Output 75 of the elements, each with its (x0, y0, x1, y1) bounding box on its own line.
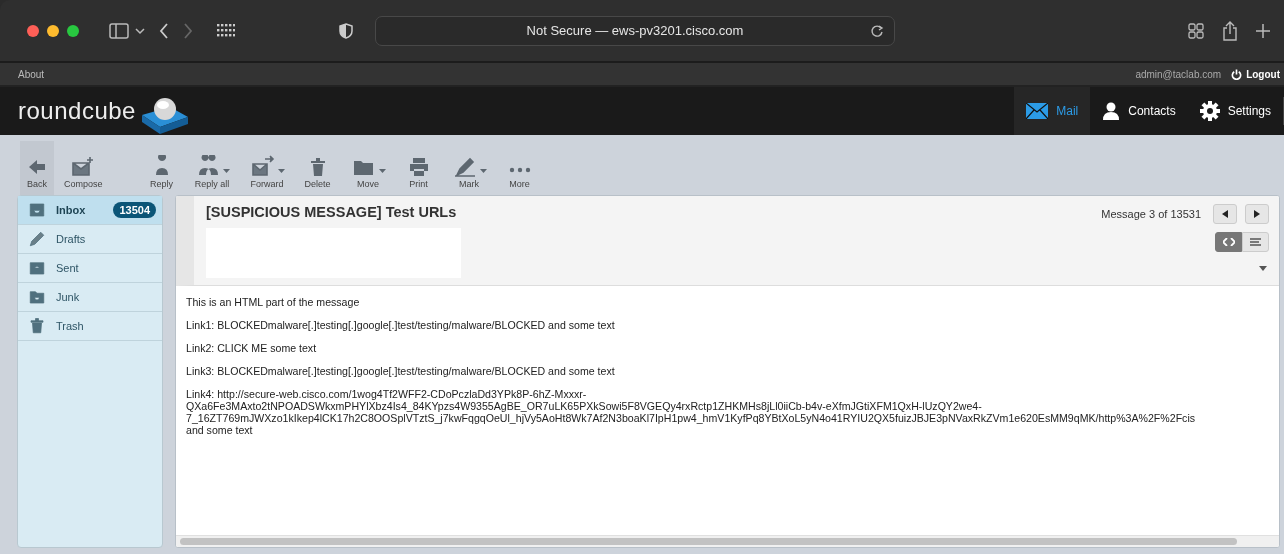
folder-item[interactable]: Junk (18, 283, 162, 312)
chevron-down-icon[interactable] (135, 26, 145, 35)
message-text: Link4: http://secure-web.cisco.com/1wog4Tf2WFF2-CDoPczlaDd3YPk8P-6hZ-Mxxxr- (186, 388, 587, 400)
back-icon[interactable] (159, 22, 169, 39)
caret-icon (378, 169, 386, 173)
scrollbar-thumb[interactable] (180, 538, 1237, 545)
folder-name: Inbox (56, 204, 86, 216)
next-button[interactable] (1245, 204, 1269, 224)
nav-tab[interactable]: Settings (1187, 87, 1283, 135)
caret-icon (277, 169, 285, 173)
forward-icon (249, 155, 276, 177)
toolbar-button[interactable]: Compose (54, 155, 113, 189)
reload-icon[interactable] (870, 23, 884, 38)
share-icon[interactable] (1222, 20, 1238, 41)
plain-text-button[interactable] (1242, 232, 1269, 252)
toolbar-button[interactable]: Mark (441, 155, 497, 189)
folder-icon (28, 288, 46, 306)
html-view-button[interactable] (1215, 232, 1242, 252)
message-text: 7_16ZT769mJWXzo1kIkep4lCK17h2C8OOSplVTztS_j7kwFqgqOeUl_hjVy5AoHt8Wk7Af2N3boaKl7IpH1pw4_hmV1KyfPq8YBtXoL5yN4o41RYIU2QX5fuizJBJE3pNVaxRkZVm1e620EsMM9qMK/http%3A%2F%2Fcis (186, 412, 1196, 424)
nav-tab[interactable]: Contacts (1090, 87, 1188, 135)
folder-name: Junk (56, 291, 80, 303)
nav-tab[interactable]: Mail (1014, 87, 1091, 135)
toolbar-button[interactable]: Delete (294, 155, 341, 189)
previous-button[interactable] (1213, 204, 1237, 224)
unread-count: 13504 (113, 202, 156, 218)
folder-name: Drafts (56, 233, 86, 245)
power-icon (1231, 68, 1243, 80)
folder-item[interactable]: Sent (18, 254, 162, 283)
minimize-window-icon[interactable] (47, 24, 59, 37)
sidebar-icon[interactable] (109, 22, 129, 39)
message-text: Link1: BLOCKEDmalware[.]testing[.]google[.]test/testing/malware/BLOCKED and some text (186, 319, 615, 331)
toolbar-button[interactable]: More (496, 159, 543, 189)
trash-icon (28, 317, 46, 335)
more-icon (508, 167, 531, 173)
envelope-icon (1026, 103, 1049, 119)
next-icon (1254, 210, 1260, 218)
tabs-overview-icon[interactable] (1188, 22, 1204, 39)
close-window-icon[interactable] (27, 24, 39, 37)
toolbar-button[interactable]: Reply all (184, 155, 240, 189)
gear-icon (1199, 101, 1220, 121)
logo[interactable]: roundcube (18, 97, 136, 125)
toolbar-button[interactable]: Back (20, 141, 54, 195)
inbox-icon (28, 201, 46, 219)
logout-button[interactable]: Logout (1231, 68, 1280, 80)
shield-icon[interactable] (339, 22, 353, 39)
caret-icon (222, 169, 230, 173)
expand-icon[interactable] (1259, 266, 1267, 271)
folder-name: Trash (56, 320, 84, 332)
folder-item[interactable]: Drafts (18, 225, 162, 254)
person-icon (1102, 102, 1121, 120)
folder-item[interactable]: Trash (18, 312, 162, 341)
folder-item[interactable]: Inbox 13504 (18, 196, 162, 225)
grid-icon[interactable] (217, 23, 235, 38)
message-subject: [SUSPICIOUS MESSAGE] Test URLs (206, 204, 458, 220)
toolbar-button[interactable]: Move (340, 155, 396, 189)
toolbar-button[interactable]: Forward (239, 155, 295, 189)
previous-icon (1222, 210, 1228, 218)
message-text: and some text (186, 424, 253, 436)
message-text: Link2: CLICK ME some text (186, 342, 317, 354)
toolbar-button[interactable]: Reply (138, 155, 185, 189)
about-link[interactable]: About (18, 68, 45, 80)
pencil-icon (28, 230, 46, 248)
message-text: Link3: BLOCKEDmalware[.]testing[.]google[.]test/testing/malware/BLOCKED and some text (186, 365, 615, 377)
message-text: This is an HTML part of the message (186, 296, 360, 308)
message-text: QXa6Fe3MAxto2tNPOADSWkxmPHYlXbz4Is4_84KYpzs4W9355AgBE_OR7uLK65PXkSowi5F8VGEQy4rxRctp1ZHKMHs8jLl0iiCb-b4v-eXfmJGtiXFM1QxH-lUzQY2we4- (186, 400, 982, 412)
address-bar[interactable]: Not Secure — ews-pv3201.cisco.com (375, 15, 895, 46)
message-position: Message 3 of 13531 (1101, 208, 1201, 220)
toolbar-button[interactable]: Print (395, 155, 442, 189)
new-tab-icon[interactable] (1256, 23, 1270, 38)
text-lines-icon (1250, 238, 1261, 246)
username: admin@taclab.com (1135, 68, 1222, 80)
caret-icon (479, 169, 487, 173)
folder-name: Sent (56, 262, 79, 274)
maximize-window-icon[interactable] (67, 24, 79, 37)
code-icon (1222, 238, 1235, 246)
